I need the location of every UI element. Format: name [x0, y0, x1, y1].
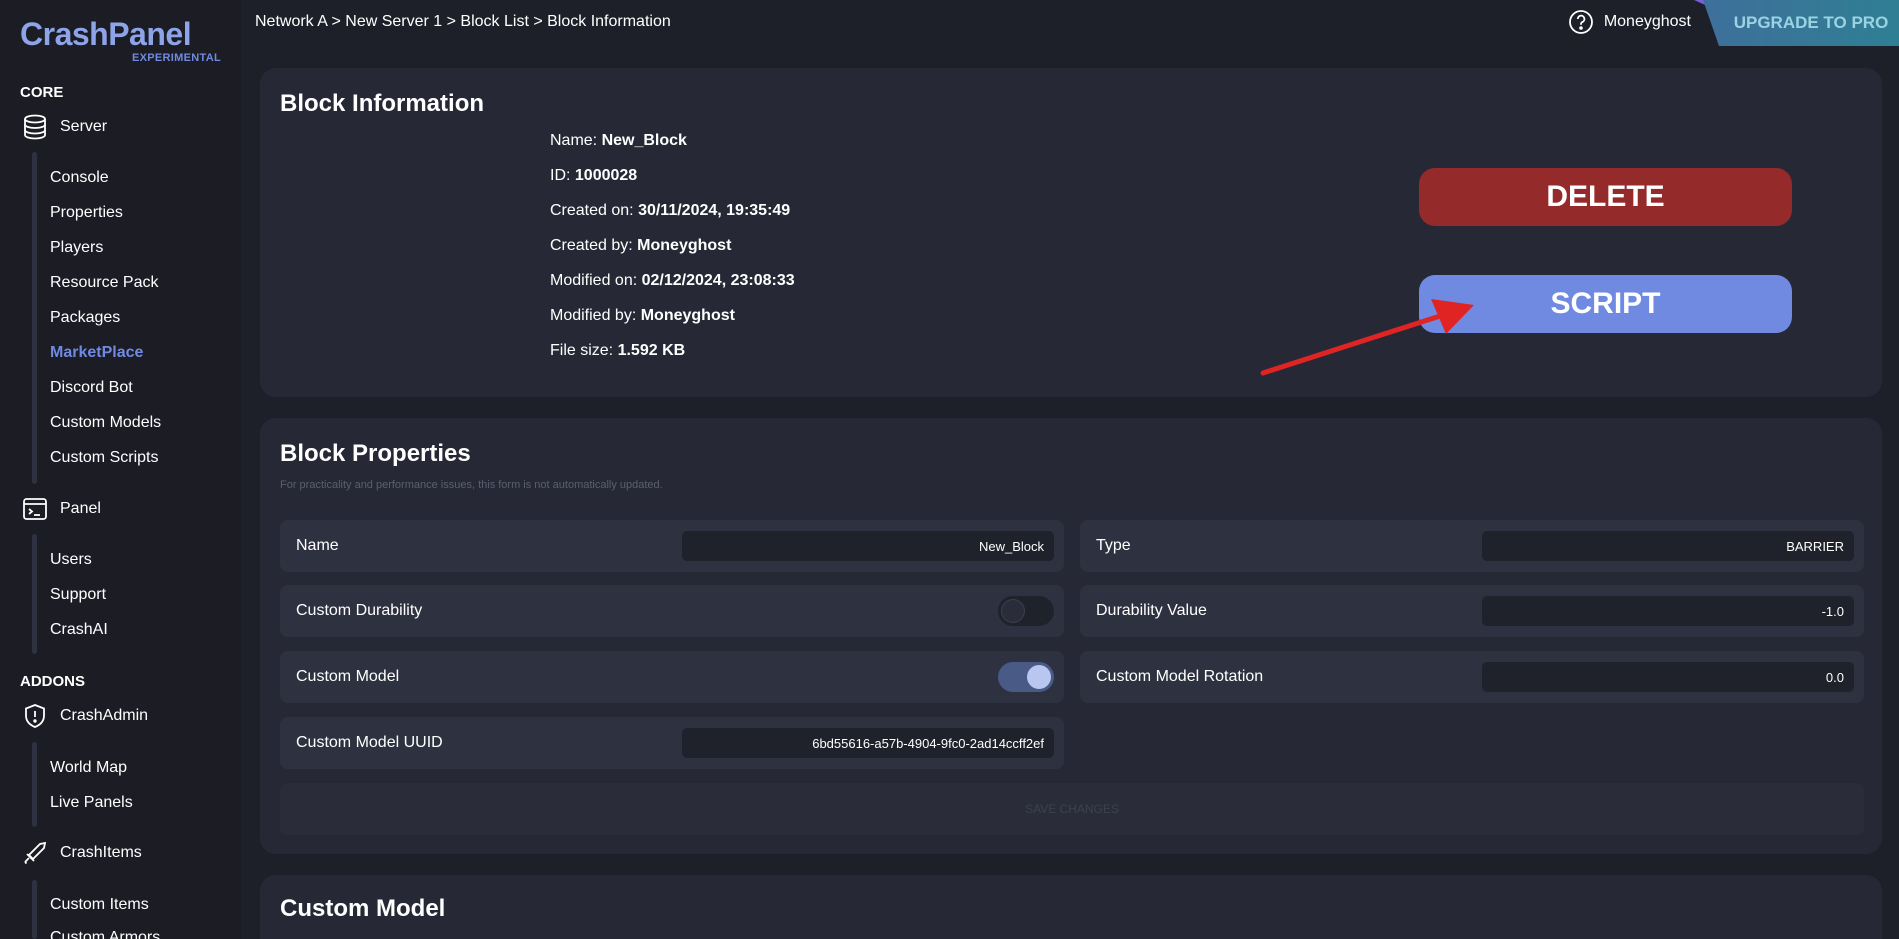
- sidebar-item-marketplace[interactable]: MarketPlace: [50, 344, 143, 362]
- custom-durability-field: Custom Durability: [280, 585, 1064, 637]
- brand-name: CrashPanel: [20, 16, 192, 52]
- info-created-on: Created on: 30/11/2024, 19:35:49: [550, 202, 791, 219]
- info-created-by: Created by: Moneyghost: [550, 237, 732, 254]
- group-line: [32, 742, 37, 827]
- sidebar-group-crashitems[interactable]: CrashItems: [20, 837, 142, 869]
- terminal-window-icon: [20, 494, 50, 524]
- block-properties-card: Block Properties For practicality and pe…: [260, 418, 1882, 854]
- shield-alert-icon: [20, 701, 50, 731]
- sidebar-item-custom-models[interactable]: Custom Models: [50, 414, 161, 432]
- upgrade-button[interactable]: UPGRADE TO PRO: [1703, 0, 1899, 46]
- type-field: Type BARRIER: [1080, 520, 1864, 572]
- field-label: Custom Model Rotation: [1096, 668, 1264, 685]
- sidebar-item-custom-scripts[interactable]: Custom Scripts: [50, 449, 158, 467]
- name-input[interactable]: New_Block: [682, 531, 1054, 561]
- field-label: Durability Value: [1096, 602, 1207, 619]
- field-label: Custom Durability: [296, 602, 423, 619]
- info-modified-on: Modified on: 02/12/2024, 23:08:33: [550, 272, 795, 289]
- custom-durability-toggle[interactable]: [998, 596, 1054, 626]
- sidebar-group-label: Server: [60, 118, 108, 135]
- sidebar-item-users[interactable]: Users: [50, 551, 92, 569]
- info-file-size: File size: 1.592 KB: [550, 342, 686, 359]
- sidebar-group-label: CrashItems: [60, 844, 142, 861]
- sidebar-item-packages[interactable]: Packages: [50, 309, 120, 327]
- info-name: Name: New_Block: [550, 132, 687, 149]
- sidebar-group-label: Panel: [60, 500, 101, 517]
- sidebar-item-crashai[interactable]: CrashAI: [50, 621, 108, 639]
- custom-model-rotation-field: Custom Model Rotation 0.0: [1080, 651, 1864, 703]
- section-addons: ADDONS: [20, 673, 86, 690]
- sidebar-group-server[interactable]: Server: [20, 111, 107, 143]
- database-icon: [20, 112, 50, 142]
- custom-model-uuid-input[interactable]: 6bd55616-a57b-4904-9fc0-2ad14ccff2ef: [682, 728, 1054, 758]
- field-label: Name: [296, 537, 339, 554]
- block-information-title: Block Information: [280, 90, 485, 117]
- section-core: CORE: [20, 84, 64, 101]
- username: Moneyghost: [1603, 13, 1691, 30]
- top-bar: Network A > New Server 1 > Block List > …: [241, 0, 1899, 48]
- script-button[interactable]: SCRIPT: [1419, 275, 1792, 333]
- group-line: [32, 880, 37, 939]
- sidebar: CrashPanel EXPERIMENTAL CORE Server Cons…: [0, 0, 241, 939]
- breadcrumb[interactable]: Network A > New Server 1 > Block List > …: [255, 13, 671, 31]
- form-hint: For practicality and performance issues,…: [280, 479, 663, 491]
- sidebar-item-live-panels[interactable]: Live Panels: [50, 794, 133, 812]
- sidebar-item-resource-pack[interactable]: Resource Pack: [50, 274, 159, 292]
- durability-value-input[interactable]: -1.0: [1482, 596, 1854, 626]
- custom-model-title: Custom Model: [280, 895, 446, 922]
- field-label: Custom Model: [296, 668, 400, 685]
- sidebar-item-custom-items[interactable]: Custom Items: [50, 896, 149, 914]
- type-input[interactable]: BARRIER: [1482, 531, 1854, 561]
- custom-model-rotation-input[interactable]: 0.0: [1482, 662, 1854, 692]
- sidebar-item-custom-armors[interactable]: Custom Armors: [50, 929, 160, 939]
- durability-value-field: Durability Value -1.0: [1080, 585, 1864, 637]
- block-information-card: Block Information Name: New_Block ID: 10…: [260, 68, 1882, 397]
- name-field: Name New_Block: [280, 520, 1064, 572]
- field-label: Custom Model UUID: [296, 734, 443, 751]
- info-id: ID: 1000028: [550, 167, 638, 184]
- info-modified-by: Modified by: Moneyghost: [550, 307, 735, 324]
- toggle-knob: [1001, 599, 1025, 623]
- sidebar-item-discord-bot[interactable]: Discord Bot: [50, 379, 133, 397]
- custom-model-field: Custom Model: [280, 651, 1064, 703]
- custom-model-card: Custom Model: [260, 875, 1882, 939]
- save-changes-button[interactable]: SAVE CHANGES: [280, 783, 1864, 835]
- group-line: [32, 534, 37, 654]
- custom-model-uuid-field: Custom Model UUID 6bd55616-a57b-4904-9fc…: [280, 717, 1064, 769]
- delete-button[interactable]: DELETE: [1419, 168, 1792, 226]
- field-label: Type: [1096, 537, 1131, 554]
- sidebar-item-console[interactable]: Console: [50, 169, 109, 187]
- user-menu[interactable]: Moneyghost: [1568, 9, 1691, 35]
- sidebar-item-world-map[interactable]: World Map: [50, 759, 127, 777]
- block-properties-title: Block Properties: [280, 440, 471, 467]
- sidebar-item-properties[interactable]: Properties: [50, 204, 123, 222]
- sidebar-group-label: CrashAdmin: [60, 707, 149, 724]
- custom-model-toggle[interactable]: [998, 662, 1054, 692]
- group-line: [32, 152, 37, 484]
- sidebar-item-players[interactable]: Players: [50, 239, 103, 257]
- help-icon[interactable]: [1568, 9, 1594, 35]
- brand-logo[interactable]: CrashPanel EXPERIMENTAL: [20, 16, 221, 64]
- brand-tag: EXPERIMENTAL: [132, 52, 221, 64]
- sword-icon: [20, 838, 50, 868]
- toggle-knob: [1027, 665, 1051, 689]
- sidebar-group-crashadmin[interactable]: CrashAdmin: [20, 700, 148, 732]
- sidebar-item-support[interactable]: Support: [50, 586, 106, 604]
- sidebar-group-panel[interactable]: Panel: [20, 493, 101, 525]
